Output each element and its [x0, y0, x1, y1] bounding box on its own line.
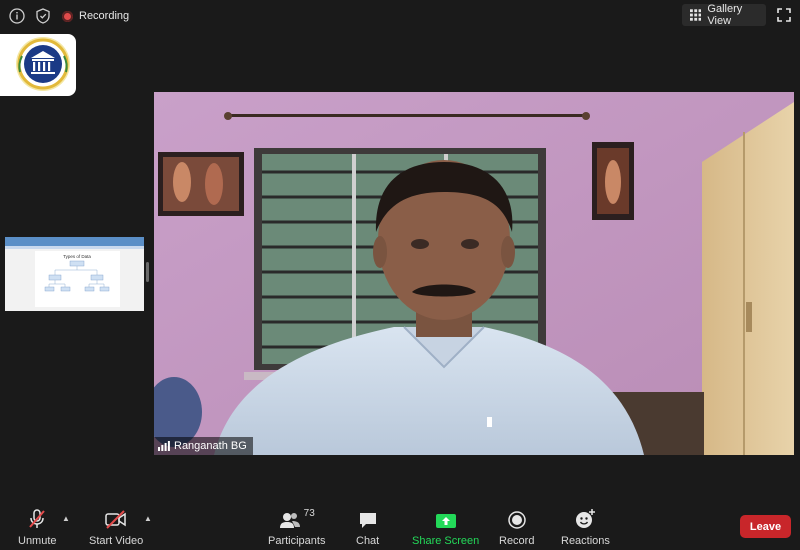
slide-title: Types of Data	[63, 254, 91, 259]
shield-icon[interactable]	[34, 7, 52, 25]
chat-label: Chat	[356, 535, 380, 547]
recording-indicator[interactable]: Recording	[62, 7, 129, 25]
recording-label: Recording	[79, 10, 130, 22]
unmute-button[interactable]: Unmute	[18, 508, 57, 547]
record-icon	[507, 511, 526, 529]
recording-icon	[62, 10, 73, 22]
share-screen-icon	[435, 514, 456, 528]
start-video-button[interactable]: Start Video	[89, 508, 143, 547]
microphone-muted-icon	[29, 509, 46, 528]
grid-icon	[690, 9, 702, 21]
participants-label: Participants	[268, 535, 326, 547]
video-options-caret-icon[interactable]: ▲	[144, 514, 152, 523]
reactions-button[interactable]: Reactions	[561, 508, 610, 547]
reactions-label: Reactions	[561, 535, 610, 547]
unmute-label: Unmute	[18, 535, 57, 547]
video-camera-off-icon	[105, 510, 126, 529]
gallery-view-button[interactable]: Gallery View	[682, 3, 766, 27]
participants-button[interactable]: 73 Participants	[268, 508, 325, 547]
participants-icon	[279, 513, 300, 528]
gallery-view-label: Gallery View	[707, 3, 743, 27]
share-screen-label: Share Screen	[412, 535, 480, 547]
chat-button[interactable]: Chat	[356, 508, 379, 547]
participant-name-tag: Ranganath BG	[154, 437, 253, 455]
chat-icon	[359, 513, 376, 528]
signal-strength-icon	[158, 441, 170, 451]
audio-options-caret-icon[interactable]: ▲	[62, 514, 70, 523]
record-button[interactable]: Record	[499, 508, 534, 547]
start-video-label: Start Video	[89, 535, 144, 547]
participant-name: Ranganath BG	[174, 440, 247, 452]
reactions-icon	[576, 509, 596, 528]
participants-count: 73	[303, 508, 315, 519]
top-bar: Recording Gallery View	[0, 0, 800, 32]
shared-screen-thumbnail[interactable]: Types of Data	[5, 237, 144, 311]
participant-video[interactable]	[154, 92, 794, 455]
fullscreen-icon[interactable]	[775, 6, 793, 24]
share-screen-button[interactable]: Share Screen	[412, 508, 479, 547]
meeting-toolbar: Unmute ▲ Start Video ▲ 73 Participants C…	[0, 500, 800, 550]
record-label: Record	[499, 535, 535, 547]
leave-button[interactable]: Leave	[740, 515, 791, 538]
thumbnail-resize-handle[interactable]	[146, 262, 149, 282]
organization-logo	[0, 34, 76, 96]
info-icon[interactable]	[8, 7, 26, 25]
